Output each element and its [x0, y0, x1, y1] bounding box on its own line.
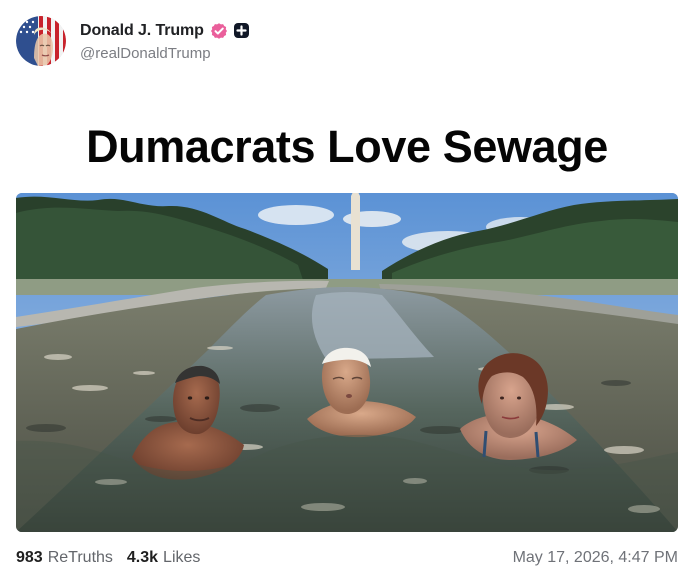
author-identity: Donald J. Trump @realDonaldTrump	[80, 19, 250, 62]
avatar-flag-portrait-icon	[16, 16, 66, 66]
post-timestamp: May 17, 2026, 4:47 PM	[512, 549, 678, 566]
retruths-label: ReTruths	[47, 549, 113, 566]
likes-count: 4.3k	[126, 549, 159, 566]
sewage-scene-image-icon	[16, 193, 678, 532]
verified-badge-icon	[210, 22, 228, 40]
retruths-count: 983	[16, 549, 43, 566]
post-footer: 983 ReTruths 4.3k Likes May 17, 2026, 4:…	[16, 548, 678, 568]
likes-label: Likes	[163, 549, 201, 566]
author-handle[interactable]: @realDonaldTrump	[80, 45, 250, 62]
retruths-stat[interactable]: 983 ReTruths	[16, 549, 113, 567]
avatar[interactable]	[16, 16, 66, 66]
post-header: Donald J. Trump @realDonaldTrump	[16, 14, 250, 68]
post-card: Donald J. Trump @realDonaldTrump Dumacra…	[0, 0, 694, 576]
likes-stat[interactable]: 4.3k Likes	[127, 549, 201, 567]
post-headline: Dumacrats Love Sewage	[86, 121, 608, 172]
post-image[interactable]	[16, 193, 678, 532]
plus-badge-icon	[233, 22, 250, 39]
author-name-row: Donald J. Trump	[80, 19, 250, 43]
author-display-name[interactable]: Donald J. Trump	[80, 22, 204, 40]
